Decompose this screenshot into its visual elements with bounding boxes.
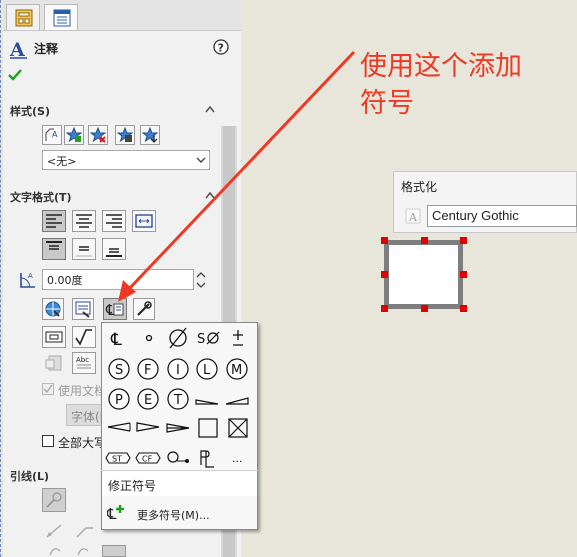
circled-letter-icon: M [226, 358, 248, 380]
circled-letter-icon: E [137, 388, 159, 410]
spherical-diameter-icon: S [197, 331, 220, 347]
popup-separator [101, 470, 258, 471]
target-point-icon [167, 451, 189, 463]
diameter-icon [169, 327, 187, 349]
svg-text:S: S [115, 363, 123, 378]
circled-m-symbol[interactable]: M [224, 356, 250, 382]
circled-letter-icon: I [167, 358, 189, 380]
more-symbols-icon: ℄ [107, 505, 124, 523]
more-dots[interactable]: ... [227, 445, 253, 471]
svg-text:ST: ST [112, 455, 122, 464]
conical-taper-symbol[interactable] [165, 415, 191, 441]
continuous-feature-symbol[interactable]: CF [134, 445, 162, 471]
taper-icon [107, 422, 131, 432]
slope-symbol[interactable] [194, 386, 220, 412]
circled-s-symbol[interactable]: S [106, 356, 132, 382]
circled-e-symbol[interactable]: E [135, 386, 161, 412]
svg-text:P: P [115, 393, 123, 408]
annotation-arrow [118, 50, 356, 302]
centerline-icon: ℄ [110, 330, 122, 350]
square-icon [198, 418, 218, 438]
cross-square-symbol[interactable] [225, 415, 251, 441]
diameter-symbol[interactable] [165, 325, 191, 351]
svg-text:L: L [203, 363, 211, 378]
circled-p-symbol[interactable]: P [106, 386, 132, 412]
circled-letter-icon: S [108, 358, 130, 380]
degree-icon [145, 334, 153, 342]
statistical-tolerance-symbol[interactable]: ST [104, 445, 132, 471]
plus-minus-symbol[interactable] [225, 325, 251, 351]
property-line-symbol[interactable] [195, 445, 221, 471]
svg-text:CF: CF [142, 455, 153, 464]
spherical-diameter-symbol[interactable]: S [195, 325, 221, 351]
recent-symbol-label: 修正符号 [108, 479, 157, 493]
svg-text:...: ... [232, 452, 243, 465]
svg-text:E: E [144, 393, 152, 408]
st-icon: ST [105, 452, 131, 464]
between-symbol[interactable] [165, 445, 191, 471]
cf-icon: CF [135, 452, 161, 464]
ellipsis-icon: ... [232, 452, 243, 465]
degree-symbol[interactable] [136, 325, 162, 351]
square-symbol[interactable] [195, 415, 221, 441]
circled-letter-icon: F [137, 358, 159, 380]
taper-left-symbol[interactable] [106, 415, 132, 441]
taper-icon [166, 423, 190, 433]
circled-letter-icon: L [196, 358, 218, 380]
centerline-symbol[interactable]: ℄ [106, 325, 132, 351]
svg-text:℄: ℄ [110, 330, 122, 350]
svg-text:F: F [144, 363, 151, 378]
more-symbols-menu-item[interactable]: 更多符号(M)... [137, 507, 210, 523]
property-line-icon [200, 450, 214, 468]
slope-icon [195, 399, 219, 405]
svg-text:M: M [231, 363, 242, 378]
svg-text:T: T [173, 393, 182, 408]
circled-f-symbol[interactable]: F [135, 356, 161, 382]
circled-i-symbol[interactable]: I [165, 356, 191, 382]
circled-letter-icon: P [108, 388, 130, 410]
taper-right-symbol[interactable] [135, 415, 161, 441]
svg-text:I: I [176, 363, 180, 378]
taper-icon [136, 422, 160, 432]
cross-square-icon [228, 418, 248, 438]
svg-text:℄: ℄ [107, 505, 117, 523]
svg-text:S: S [197, 332, 205, 347]
plus-minus-icon [233, 330, 243, 346]
circled-letter-icon: T [167, 388, 189, 410]
slope-icon [225, 397, 249, 405]
circled-t-symbol[interactable]: T [165, 386, 191, 412]
slope-right-symbol[interactable] [224, 386, 250, 412]
circled-l-symbol[interactable]: L [194, 356, 220, 382]
